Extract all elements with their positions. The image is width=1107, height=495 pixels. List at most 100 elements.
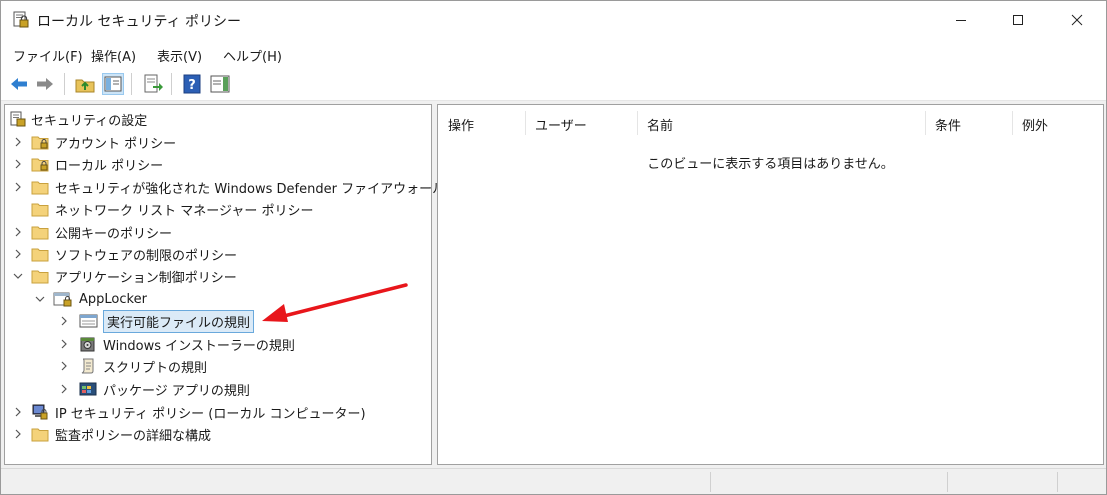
back-button[interactable] bbox=[8, 73, 30, 95]
export-list-button[interactable] bbox=[142, 73, 164, 95]
chevron-right-icon[interactable] bbox=[11, 135, 25, 149]
chevron-right-icon[interactable] bbox=[11, 247, 25, 261]
folder-icon bbox=[31, 428, 49, 442]
folder-icon bbox=[31, 248, 49, 262]
show-hide-action-pane-icon bbox=[210, 75, 230, 93]
menu-view[interactable]: 表示(V) bbox=[157, 46, 202, 65]
chevron-right-icon[interactable] bbox=[57, 359, 71, 373]
annotation-arrow bbox=[262, 283, 408, 322]
folder-icon bbox=[31, 181, 49, 195]
ip-security-computer-icon bbox=[32, 404, 48, 420]
chevron-right-icon[interactable] bbox=[11, 427, 25, 441]
folder-icon bbox=[31, 270, 49, 284]
tree-item-ip-security-policy[interactable]: IP セキュリティ ポリシー (ローカル コンピューター) bbox=[11, 401, 366, 423]
maximize-button[interactable] bbox=[992, 1, 1044, 39]
close-button[interactable] bbox=[1051, 1, 1103, 39]
tree-item-label: 公開キーのポリシー bbox=[55, 226, 173, 242]
help-icon: ? bbox=[183, 74, 201, 94]
chevron-right-icon[interactable] bbox=[11, 157, 25, 171]
chevron-right-icon[interactable] bbox=[57, 382, 71, 396]
minimize-button[interactable] bbox=[935, 1, 987, 39]
locked-folder-icon bbox=[31, 158, 49, 172]
tree-item-label: スクリプトの規則 bbox=[103, 360, 208, 376]
main-window: ローカル セキュリティ ポリシー ファイル(F) 操作(A) 表示(V) ヘルプ… bbox=[0, 0, 1107, 495]
tree-item-label: IP セキュリティ ポリシー (ローカル コンピューター) bbox=[55, 406, 366, 422]
executable-rules-icon bbox=[79, 314, 98, 328]
menu-action[interactable]: 操作(A) bbox=[91, 46, 136, 65]
tree-item-public-key-policy[interactable]: 公開キーのポリシー bbox=[11, 221, 172, 243]
chevron-right-icon[interactable] bbox=[11, 225, 25, 239]
column-header-exceptions[interactable]: 例外 bbox=[1012, 109, 1092, 139]
status-bar bbox=[1, 468, 1106, 494]
tree-item-account-policy[interactable]: アカウント ポリシー bbox=[11, 131, 176, 153]
column-header-action[interactable]: 操作 bbox=[438, 109, 525, 139]
tree-item-advanced-audit-policy[interactable]: 監査ポリシーの詳細な構成 bbox=[11, 423, 211, 445]
security-settings-icon bbox=[10, 111, 26, 127]
show-hide-tree-button[interactable] bbox=[102, 73, 124, 95]
tree-item-label: セキュリティが強化された Windows Defender ファイアウォール bbox=[55, 181, 446, 197]
tree-item-label: ローカル ポリシー bbox=[55, 158, 164, 174]
help-button[interactable]: ? bbox=[181, 73, 203, 95]
menu-help[interactable]: ヘルプ(H) bbox=[223, 46, 282, 65]
tree-item-label: パッケージ アプリの規則 bbox=[103, 383, 250, 399]
chevron-right-icon[interactable] bbox=[11, 180, 25, 194]
forward-icon bbox=[37, 78, 53, 90]
tree-item-label: AppLocker bbox=[79, 291, 147, 307]
toolbar-separator bbox=[64, 73, 65, 95]
applocker-icon bbox=[53, 292, 72, 307]
toolbar-separator bbox=[171, 73, 172, 95]
tree-root-label: セキュリティの設定 bbox=[31, 113, 148, 129]
folder-icon bbox=[31, 226, 49, 240]
chevron-down-icon[interactable] bbox=[33, 292, 47, 306]
empty-list-message: このビューに表示する項目はありません。 bbox=[647, 157, 894, 172]
result-list-pane: 操作 ユーザー 名前 条件 例外 このビューに表示する項目はありません。 bbox=[437, 104, 1104, 465]
forward-button[interactable] bbox=[34, 73, 56, 95]
chevron-right-icon[interactable] bbox=[11, 405, 25, 419]
tree-item-label: ソフトウェアの制限のポリシー bbox=[55, 248, 238, 264]
chevron-down-icon[interactable] bbox=[11, 269, 25, 283]
tree-item-label: アプリケーション制御ポリシー bbox=[55, 270, 237, 286]
back-icon bbox=[11, 78, 27, 90]
tree-item-windows-installer-rules[interactable]: Windows インストーラーの規則 bbox=[57, 333, 295, 355]
up-one-level-button[interactable] bbox=[74, 73, 96, 95]
chevron-right-icon[interactable] bbox=[57, 337, 71, 351]
status-bar-cell bbox=[947, 472, 1057, 492]
tree-item-executable-rules[interactable]: 実行可能ファイルの規則 bbox=[57, 309, 255, 333]
menu-bar: ファイル(F) 操作(A) 表示(V) ヘルプ(H) bbox=[1, 39, 1106, 67]
tree-item-script-rules[interactable]: スクリプトの規則 bbox=[57, 355, 207, 377]
status-bar-cell bbox=[710, 472, 947, 492]
tree-item-label: Windows インストーラーの規則 bbox=[103, 338, 295, 354]
tree-item-local-policy[interactable]: ローカル ポリシー bbox=[11, 153, 163, 175]
chevron-right-icon[interactable] bbox=[57, 314, 71, 328]
menu-file[interactable]: ファイル(F) bbox=[13, 46, 83, 65]
tree-item-label: 監査ポリシーの詳細な構成 bbox=[55, 428, 212, 444]
tree-root-security-settings[interactable]: セキュリティの設定 bbox=[9, 108, 147, 130]
minimize-icon bbox=[956, 20, 966, 21]
tree-item-applocker[interactable]: AppLocker bbox=[33, 288, 147, 310]
security-policy-app-icon bbox=[13, 11, 29, 28]
title-bar: ローカル セキュリティ ポリシー bbox=[1, 1, 1106, 39]
window-title: ローカル セキュリティ ポリシー bbox=[37, 14, 242, 30]
tree-item-label: アカウント ポリシー bbox=[55, 136, 177, 152]
toolbar-separator bbox=[131, 73, 132, 95]
tree-item-defender-firewall[interactable]: セキュリティが強化された Windows Defender ファイアウォール bbox=[11, 176, 445, 198]
column-header-user[interactable]: ユーザー bbox=[525, 109, 637, 139]
packaged-app-icon bbox=[79, 382, 97, 396]
maximize-icon bbox=[1013, 15, 1023, 25]
status-bar-cell bbox=[1057, 472, 1105, 492]
column-header-name[interactable]: 名前 bbox=[637, 109, 925, 139]
show-hide-action-pane-button[interactable] bbox=[209, 73, 231, 95]
tree-item-label-selected: 実行可能ファイルの規則 bbox=[103, 309, 255, 333]
close-icon bbox=[1071, 14, 1083, 26]
tree-item-packaged-app-rules[interactable]: パッケージ アプリの規則 bbox=[57, 378, 250, 400]
tree-item-network-list-manager[interactable]: ネットワーク リスト マネージャー ポリシー bbox=[11, 198, 314, 220]
show-hide-tree-icon bbox=[104, 76, 122, 92]
export-list-icon bbox=[144, 74, 163, 93]
tree-item-software-restriction[interactable]: ソフトウェアの制限のポリシー bbox=[11, 243, 237, 265]
tree-item-label: ネットワーク リスト マネージャー ポリシー bbox=[55, 203, 314, 219]
toolbar: ? bbox=[1, 67, 1106, 101]
up-folder-icon bbox=[75, 79, 95, 93]
tree-item-application-control[interactable]: アプリケーション制御ポリシー bbox=[11, 265, 237, 287]
column-header-conditions[interactable]: 条件 bbox=[925, 109, 1012, 139]
